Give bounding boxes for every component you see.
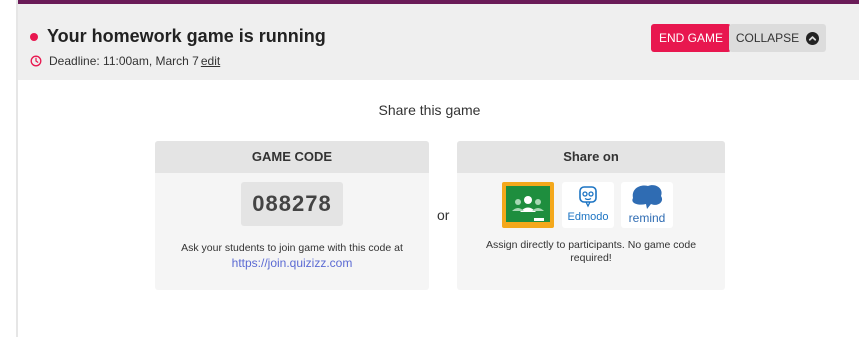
share-edmodo-button[interactable]: Edmodo	[562, 182, 614, 228]
game-code-card: GAME CODE 088278 Ask your students to jo…	[155, 141, 429, 290]
game-running-title: Your homework game is running	[47, 26, 326, 46]
join-url-link[interactable]: https://join.quizizz.com	[155, 256, 429, 270]
clock-icon	[30, 55, 42, 67]
remind-label: remind	[628, 211, 666, 225]
share-on-card: Share on Edmodo remind Assign directly t	[457, 141, 725, 290]
collapse-button[interactable]: COLLAPSE	[729, 24, 826, 52]
game-code-value: 088278	[241, 182, 343, 226]
live-dot-icon	[30, 32, 38, 41]
edmodo-icon	[579, 186, 597, 208]
share-title: Share this game	[378, 102, 481, 118]
deadline-row: Deadline: 11:00am, March 7 edit	[30, 54, 220, 68]
end-game-button[interactable]: END GAME	[651, 24, 732, 52]
or-separator: or	[437, 207, 450, 223]
deadline-text: Deadline: 11:00am, March 7	[49, 54, 199, 68]
title-row: Your homework game is running	[30, 26, 326, 47]
share-on-heading: Share on	[457, 141, 725, 173]
remind-icon	[632, 185, 663, 209]
edit-deadline-link[interactable]: edit	[201, 54, 220, 68]
join-instruction: Ask your students to join game with this…	[181, 242, 403, 254]
share-google-classroom-button[interactable]	[502, 182, 554, 228]
edmodo-label: Edmodo	[567, 211, 609, 223]
game-code-heading: GAME CODE	[155, 141, 429, 173]
chevron-up-icon	[806, 31, 820, 45]
collapse-label: COLLAPSE	[735, 31, 800, 45]
assign-note: Assign directly to participants. No game…	[485, 239, 697, 264]
google-classroom-icon	[506, 186, 550, 222]
share-remind-button[interactable]: remind	[621, 182, 673, 228]
